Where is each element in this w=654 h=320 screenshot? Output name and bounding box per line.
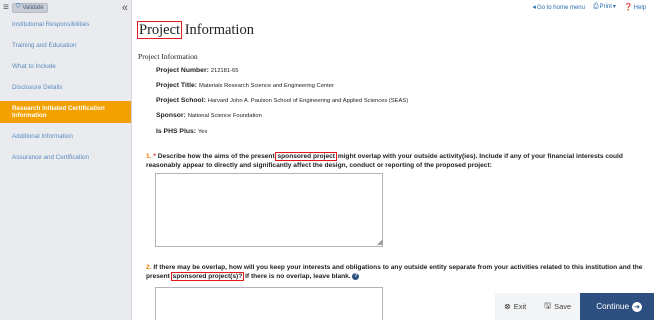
print-button[interactable]: ⎙Print▾: [593, 3, 616, 11]
project-school-value: Harvard John A. Paulson School of Engine…: [207, 98, 409, 104]
phs-plus-row: Is PHS Plus: Yes: [156, 128, 208, 135]
sponsor-value: National Science Foundation: [187, 113, 262, 119]
go-home-link[interactable]: ◂Go to home menu: [532, 3, 585, 11]
page-title-highlight: Project: [136, 21, 183, 39]
sidebar-item-institutional-responsibilities[interactable]: Institutional Responsibilities: [0, 17, 131, 32]
sidebar-item-assurance-and-certification[interactable]: Assurance and Certification: [0, 150, 131, 165]
question-2-number: 2.: [146, 264, 152, 271]
save-icon: 🖫: [544, 300, 552, 310]
close-circle-icon: ⊗: [504, 302, 511, 311]
printer-icon: ⎙: [592, 3, 599, 10]
section-title: Project Information: [138, 52, 198, 61]
sidebar-item-research-initiated-certification[interactable]: Research Initiated Certification Informa…: [0, 101, 131, 123]
project-number-value: 212181-65: [210, 68, 239, 74]
project-title-row: Project Title: Materials Research Scienc…: [156, 82, 334, 89]
sidebar-item-disclosure-details[interactable]: Disclosure Details: [0, 80, 131, 95]
sidebar: ≡ ⛉ Validate « Institutional Responsibil…: [0, 0, 132, 320]
main-content: ◂Go to home menu ⎙Print▾ ❓Help Project I…: [132, 0, 654, 320]
help-icon[interactable]: ?: [352, 272, 360, 280]
required-marker: *: [153, 153, 156, 160]
question-2-highlight: sponsored project(s)?: [170, 272, 245, 281]
exit-button[interactable]: ⊗ Exit: [495, 293, 536, 320]
question-2: 2. If there may be overlap, how will you…: [146, 264, 643, 281]
arrow-right-icon: ➜: [632, 301, 642, 312]
page-title-rest: Information: [181, 22, 254, 38]
save-button[interactable]: 🖫 Save: [535, 293, 581, 320]
page-title: Project Information: [136, 21, 254, 39]
sidebar-header: ≡ ⛉ Validate «: [0, 0, 131, 15]
top-toolbar: ◂Go to home menu ⎙Print▾ ❓Help: [532, 3, 646, 11]
project-school-row: Project School: Harvard John A. Paulson …: [156, 97, 409, 104]
logo-icon: ⛉: [15, 4, 21, 10]
chevron-double-left-icon[interactable]: «: [122, 2, 128, 13]
resize-handle-icon[interactable]: ◢: [377, 238, 382, 246]
continue-button[interactable]: Continue ➜: [580, 293, 654, 320]
help-icon: ❓: [623, 4, 633, 11]
app-logo[interactable]: ⛉ Validate: [11, 2, 48, 13]
menu-icon[interactable]: ≡: [3, 2, 9, 13]
sidebar-item-what-to-include[interactable]: What to Include: [0, 59, 131, 74]
question-1-highlight: sponsored project: [275, 152, 338, 161]
back-arrow-icon: ◂: [532, 4, 536, 11]
project-number-row: Project Number: 212181-65: [156, 67, 239, 74]
action-bar: ⊗ Exit 🖫 Save Continue ➜: [495, 293, 654, 320]
question-1-textarea[interactable]: [155, 173, 383, 247]
sidebar-item-training-and-education[interactable]: Training and Education: [0, 38, 131, 53]
question-1: 1. * Describe how the aims of the presen…: [146, 152, 623, 169]
phs-plus-value: Yes: [197, 129, 208, 135]
help-link[interactable]: ❓Help: [624, 3, 646, 11]
sidebar-item-additional-information[interactable]: Additional Information: [0, 129, 131, 144]
question-2-textarea[interactable]: [155, 287, 383, 320]
question-1-number: 1.: [146, 153, 152, 160]
sponsor-row: Sponsor: National Science Foundation: [156, 112, 262, 119]
project-title-value: Materials Research Science and Engineeri…: [198, 83, 334, 89]
app-logo-label: Validate: [22, 4, 44, 11]
